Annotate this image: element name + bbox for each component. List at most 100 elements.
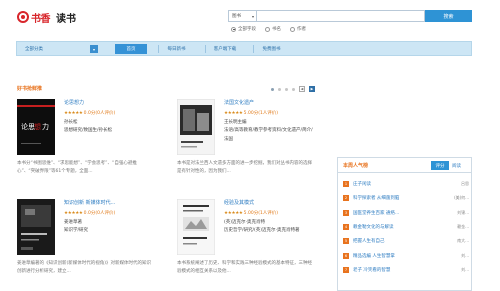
panel-title: 本周人气榜 <box>343 163 369 169</box>
scope-label: 全部字段 <box>238 27 256 32</box>
book-description: 本书系统阐述了历史、科学和实践三种经验模式的基本特征，三种经验模式的相互关系以及… <box>177 261 312 274</box>
radio-icon <box>290 26 295 32</box>
star-rating-icon: ★★★★★ <box>64 210 83 216</box>
book-title[interactable]: 知识创新 新媒体时代... <box>64 199 115 206</box>
rank-badge: 4 <box>343 224 349 230</box>
book-cover-image: 论思 想 力 <box>17 99 55 155</box>
list-item-title[interactable]: 庄子闲读 <box>353 181 445 187</box>
list-item-title[interactable]: 把握人生有自己 <box>353 238 445 244</box>
rank-badge: 1 <box>343 181 349 187</box>
search-input[interactable] <box>256 10 425 22</box>
svg-text:力: 力 <box>42 122 49 131</box>
book-cover-image <box>17 199 55 255</box>
tab-reading[interactable]: 阅读 <box>452 161 461 170</box>
book-category: 思想研究/致国生/孙长松 <box>64 128 113 133</box>
section-title: 好书抢鲜推 <box>17 86 43 92</box>
rank-badge: 2 <box>343 195 349 201</box>
scope-title[interactable]: 书名 <box>265 26 281 32</box>
list-item-title[interactable]: 科学探索者 从细菌到脑 <box>353 195 445 201</box>
list-item-author: (美)何... <box>454 195 469 200</box>
book-cover[interactable] <box>176 198 216 256</box>
scope-all-fields[interactable]: 全部字段 <box>231 26 256 32</box>
carousel-pager: ◀ ▶ <box>271 86 315 92</box>
search-field-select[interactable]: 图书 ▾ <box>228 10 256 22</box>
nav-divider <box>158 45 159 53</box>
book-cover-image <box>176 98 216 156</box>
radio-selected-icon <box>231 26 236 32</box>
radio-icon <box>265 26 270 32</box>
list-item[interactable]: 5 把握人生有自己 南大... <box>343 236 469 246</box>
list-item[interactable]: 6 精品选编 人生智慧掌 刘... <box>343 251 469 261</box>
rank-badge: 7 <box>343 267 349 273</box>
book-cover[interactable] <box>17 199 55 255</box>
book-author[interactable]: 孙长松 <box>64 119 78 125</box>
tab-home[interactable]: 首页 <box>115 44 147 54</box>
all-categories-dropdown[interactable]: 全部分类 ▾ <box>21 44 98 54</box>
scope-label: 作者 <box>297 27 306 32</box>
book-cover-image <box>176 198 216 256</box>
list-item-title[interactable]: 精品选编 人生智慧掌 <box>353 253 445 259</box>
book-title[interactable]: 论思想力 <box>64 99 84 106</box>
pager-dot[interactable] <box>292 87 295 91</box>
main-nav: 全部分类 ▾ 首页 每日新书 客户端下载 免费图书 <box>16 41 472 56</box>
list-item[interactable]: 7 老子 冷笑看的智慧 刘... <box>343 265 469 275</box>
search-button[interactable]: 搜索 <box>425 10 472 22</box>
rating-text: 5.00分(1人评价) <box>243 111 279 116</box>
star-rating-icon: ★★★★★ <box>224 210 243 216</box>
weekly-popular-panel: 本周人气榜 评分 阅读 1 庄子闲读 吕思 2 科学探索者 从细菌到脑 (美)何… <box>337 157 472 291</box>
rank-badge: 6 <box>343 253 349 259</box>
list-item-author: 吕思 <box>461 181 469 186</box>
logo-brand: 书香 <box>31 13 51 25</box>
book-category: 法语/高等教育/教学参考资料/文化遗产/简介/法国 <box>224 128 313 142</box>
book-card: 知识创新 新媒体时代... ★★★★★ 0.0分(0人评价) 姜进草著 知识学/… <box>17 199 157 284</box>
search-bar: 图书 ▾ 搜索 <box>228 10 472 22</box>
list-item[interactable]: 3 国医堂养生百家 通络... 刘锦... <box>343 208 469 218</box>
tab-client-download[interactable]: 客户端下载 <box>207 44 243 54</box>
rank-badge: 5 <box>343 238 349 244</box>
list-item[interactable]: 1 庄子闲读 吕思 <box>343 179 469 189</box>
scope-author[interactable]: 作者 <box>290 26 306 32</box>
book-cover[interactable] <box>176 98 216 156</box>
tab-free-books[interactable]: 免费图书 <box>255 44 288 54</box>
book-cover[interactable]: 论思 想 力 <box>17 99 55 155</box>
prev-arrow-icon[interactable]: ◀ <box>299 86 305 92</box>
list-item-title[interactable]: 老子 冷笑看的智慧 <box>353 267 445 273</box>
book-title[interactable]: 经验及其模式 <box>224 199 254 206</box>
book-rating: ★★★★★ 0.0分(0人评价) <box>64 210 116 217</box>
book-rating: ★★★★★ 5.00分(1人评价) <box>224 210 279 217</box>
nav-divider <box>253 45 254 53</box>
site-logo[interactable]: 书香 读书 <box>17 10 76 25</box>
list-item-author: 刘锦... <box>457 210 469 215</box>
list-item-title[interactable]: 赖金勒文化的与解读 <box>353 224 445 230</box>
tab-rating[interactable]: 评分 <box>431 161 449 170</box>
tab-daily-new[interactable]: 每日新书 <box>160 44 193 54</box>
logo-icon <box>17 11 29 23</box>
svg-text:想: 想 <box>34 122 41 131</box>
rating-text: 0.0分(0人评价) <box>83 211 116 216</box>
book-author[interactable]: (英)迈克尔·奥克肖特 <box>224 219 265 225</box>
rating-text: 5.00分(1人评价) <box>243 211 279 216</box>
book-author[interactable]: 姜进草著 <box>64 219 82 225</box>
star-rating-icon: ★★★★★ <box>64 110 83 116</box>
list-item-title[interactable]: 国医堂养生百家 通络... <box>353 210 445 216</box>
book-description: 本书分“书图思维”、“求思能想”、“学会思考”、“自强心避推心”、“突破界限”等… <box>17 161 137 174</box>
nav-divider <box>205 45 206 53</box>
book-card: 法国文化遗产 ★★★★★ 5.00分(1人评价) 王长明主编 法语/高等教育/教… <box>176 98 317 184</box>
pager-dot[interactable] <box>278 87 281 91</box>
book-author[interactable]: 王长明主编 <box>224 119 247 125</box>
book-description: 本书是对法兰西人文遗多方面的进一步挖掘，我们对丛书内容的选择是有针对性的，因为我… <box>177 161 312 174</box>
list-item[interactable]: 2 科学探索者 从细菌到脑 (美)何... <box>343 193 469 203</box>
svg-text:论思: 论思 <box>21 122 35 131</box>
book-card: 论思 想 力 论思想力 ★★★★★ 0.0分(0人评价) 孙长松 思想研究/致国… <box>17 99 157 184</box>
book-title[interactable]: 法国文化遗产 <box>224 99 254 106</box>
next-arrow-icon[interactable]: ▶ <box>309 86 315 92</box>
pager-dot[interactable] <box>271 87 274 91</box>
scope-label: 书名 <box>272 27 281 32</box>
logo-section-title: 读书 <box>56 13 76 25</box>
book-description: 姜进草编著的《知识创新(新媒体时代的视角)》对新媒体时代的知识创新进行分析研究，… <box>17 261 152 274</box>
book-rating: ★★★★★ 0.0分(0人评价) <box>64 110 115 117</box>
list-item-author: 赖金... <box>457 224 469 229</box>
list-item[interactable]: 4 赖金勒文化的与解读 赖金... <box>343 222 469 232</box>
chevron-down-icon[interactable]: ▾ <box>90 45 98 53</box>
pager-dot[interactable] <box>285 87 288 91</box>
